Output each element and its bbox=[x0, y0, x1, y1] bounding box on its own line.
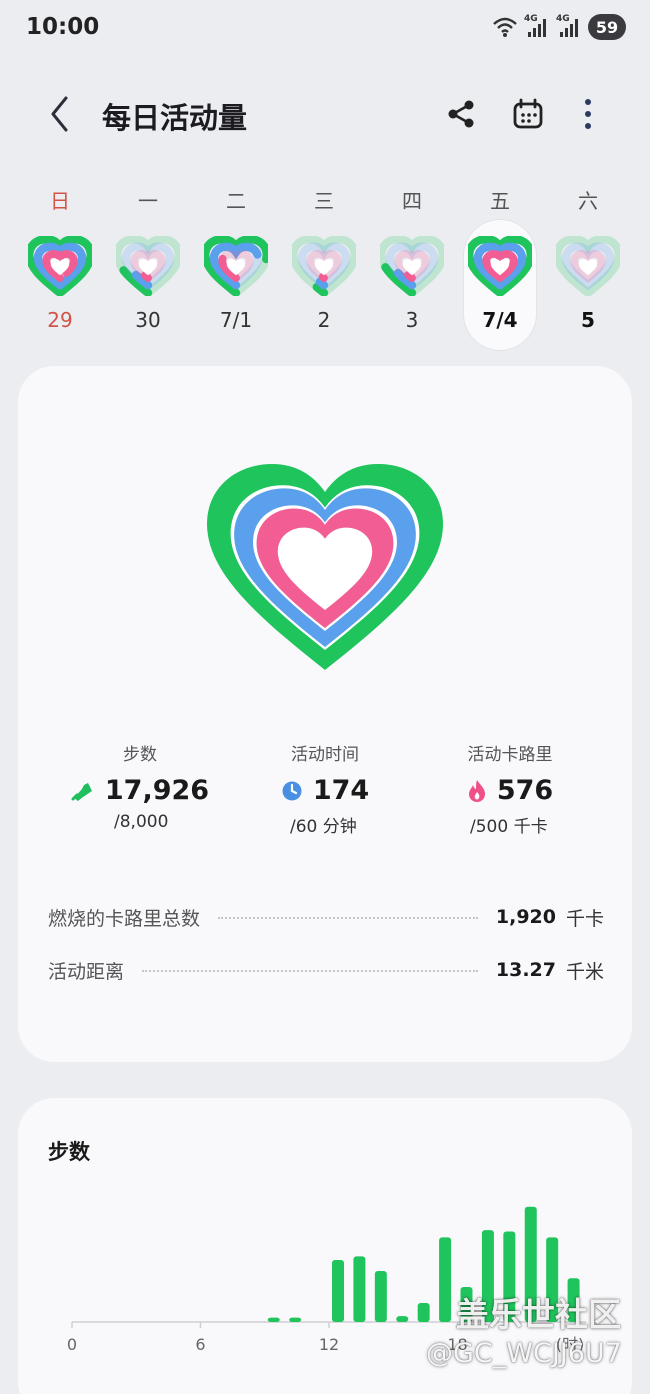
flame-icon bbox=[468, 779, 485, 802]
day-0[interactable]: 日 29 bbox=[16, 180, 104, 350]
metric-active-time[interactable]: 活动时间 174 /60 分钟 bbox=[225, 740, 425, 837]
back-button[interactable] bbox=[40, 94, 80, 134]
day-1[interactable]: 一 30 bbox=[104, 180, 192, 350]
day-6[interactable]: 六5 bbox=[544, 180, 632, 350]
metric-value: 17,926 bbox=[104, 775, 210, 806]
watermark-user: @GC_WCJJ6U7 bbox=[426, 1338, 622, 1369]
mini-heart-rings bbox=[380, 236, 444, 296]
metric-goal: /60 分钟 bbox=[290, 817, 357, 837]
day-date: 7/1 bbox=[219, 308, 253, 332]
status-time: 10:00 bbox=[26, 14, 100, 40]
weekday-label: 一 bbox=[138, 189, 158, 213]
weekday-label: 三 bbox=[314, 189, 334, 213]
day-5[interactable]: 五 7/4 bbox=[456, 180, 544, 350]
weekday-label: 五 bbox=[490, 189, 510, 213]
status-icons: 4G 4G 59 bbox=[492, 14, 626, 40]
step-bar-14 bbox=[374, 1270, 387, 1322]
metric-goal: /500 千卡 bbox=[470, 817, 548, 837]
day-date: 5 bbox=[581, 308, 595, 332]
metric-steps[interactable]: 步数 17,926 /8,000 bbox=[40, 740, 240, 832]
step-bar-9 bbox=[267, 1317, 280, 1322]
calendar-button[interactable] bbox=[508, 94, 548, 134]
weekday-label: 四 bbox=[402, 189, 422, 213]
stat-total-calories: 燃烧的卡路里总数 1,920 千卡 bbox=[48, 902, 604, 932]
cell-signal-2-icon: 4G bbox=[556, 14, 582, 38]
stat-unit: 千卡 bbox=[565, 907, 604, 930]
metric-label: 步数 bbox=[123, 745, 157, 765]
stat-label: 活动距离 bbox=[48, 960, 125, 983]
day-date: 3 bbox=[405, 308, 419, 332]
dotted-leader bbox=[142, 970, 478, 972]
wifi-icon bbox=[493, 17, 517, 37]
weekday-label: 日 bbox=[50, 189, 70, 213]
day-date: 7/4 bbox=[482, 308, 518, 332]
steps-card-title: 步数 bbox=[48, 1140, 90, 1164]
share-icon bbox=[448, 100, 474, 128]
share-button[interactable] bbox=[441, 94, 481, 134]
metric-label: 活动时间 bbox=[291, 745, 359, 765]
battery-level: 59 bbox=[588, 14, 626, 40]
back-icon bbox=[51, 96, 68, 132]
step-bar-12 bbox=[332, 1260, 344, 1322]
metric-goal: /8,000 bbox=[114, 812, 169, 832]
weekday-label: 六 bbox=[578, 189, 598, 213]
x-tick-label: 12 bbox=[319, 1335, 339, 1354]
stat-active-distance: 活动距离 13.27 千米 bbox=[48, 955, 604, 985]
calendar-icon bbox=[513, 98, 543, 129]
app-header: 每日活动量 bbox=[0, 78, 650, 152]
metric-value: 174 bbox=[312, 775, 370, 806]
daily-summary-card: 步数 17,926 /8,000 活动时间 174 /60 分钟 活动卡路里 5… bbox=[18, 366, 632, 1062]
mini-heart-rings bbox=[468, 236, 532, 296]
day-4[interactable]: 四3 bbox=[368, 180, 456, 350]
day-date: 30 bbox=[135, 308, 161, 332]
mini-heart-rings bbox=[292, 236, 356, 296]
stat-label: 燃烧的卡路里总数 bbox=[48, 907, 201, 930]
watermark-community: 盖乐世社区 bbox=[456, 1295, 621, 1334]
day-3[interactable]: 三2 bbox=[280, 180, 368, 350]
day-date: 29 bbox=[47, 308, 73, 332]
step-bar-17 bbox=[439, 1237, 452, 1322]
day-date: 2 bbox=[317, 308, 331, 332]
status-bar: 10:00 4G 4G 59 bbox=[0, 0, 650, 56]
more-options-button[interactable] bbox=[568, 94, 608, 134]
week-selector: 日 29 一 30 二 7/1 三 2 四 3 五 7/4 六 5 bbox=[16, 180, 634, 350]
stat-value: 13.27 bbox=[495, 959, 556, 981]
more-vert-icon bbox=[585, 99, 591, 129]
stat-unit: 千米 bbox=[565, 960, 604, 983]
cell-signal-1-icon: 4G bbox=[524, 14, 550, 38]
activity-heart-rings bbox=[207, 464, 443, 670]
weekday-label: 二 bbox=[226, 189, 246, 213]
day-2[interactable]: 二 7/1 bbox=[192, 180, 280, 350]
step-bar-10 bbox=[289, 1317, 302, 1322]
x-tick-label: 6 bbox=[195, 1335, 205, 1354]
mini-heart-rings bbox=[28, 236, 92, 296]
step-bar-16 bbox=[417, 1303, 430, 1322]
mini-heart-rings bbox=[116, 236, 180, 296]
metric-label: 活动卡路里 bbox=[467, 745, 553, 765]
stat-value: 1,920 bbox=[495, 906, 556, 928]
mini-heart-rings bbox=[556, 236, 620, 296]
shoe-icon bbox=[71, 782, 92, 801]
dotted-leader bbox=[218, 917, 478, 919]
page-title: 每日活动量 bbox=[102, 101, 248, 135]
mini-heart-rings bbox=[204, 236, 268, 296]
metric-value: 576 bbox=[496, 775, 554, 806]
step-bar-13 bbox=[353, 1256, 366, 1322]
metric-active-calories[interactable]: 活动卡路里 576 /500 千卡 bbox=[410, 740, 610, 837]
x-tick-label: 0 bbox=[67, 1335, 77, 1354]
step-bar-15 bbox=[396, 1316, 409, 1322]
clock-icon bbox=[282, 781, 302, 800]
